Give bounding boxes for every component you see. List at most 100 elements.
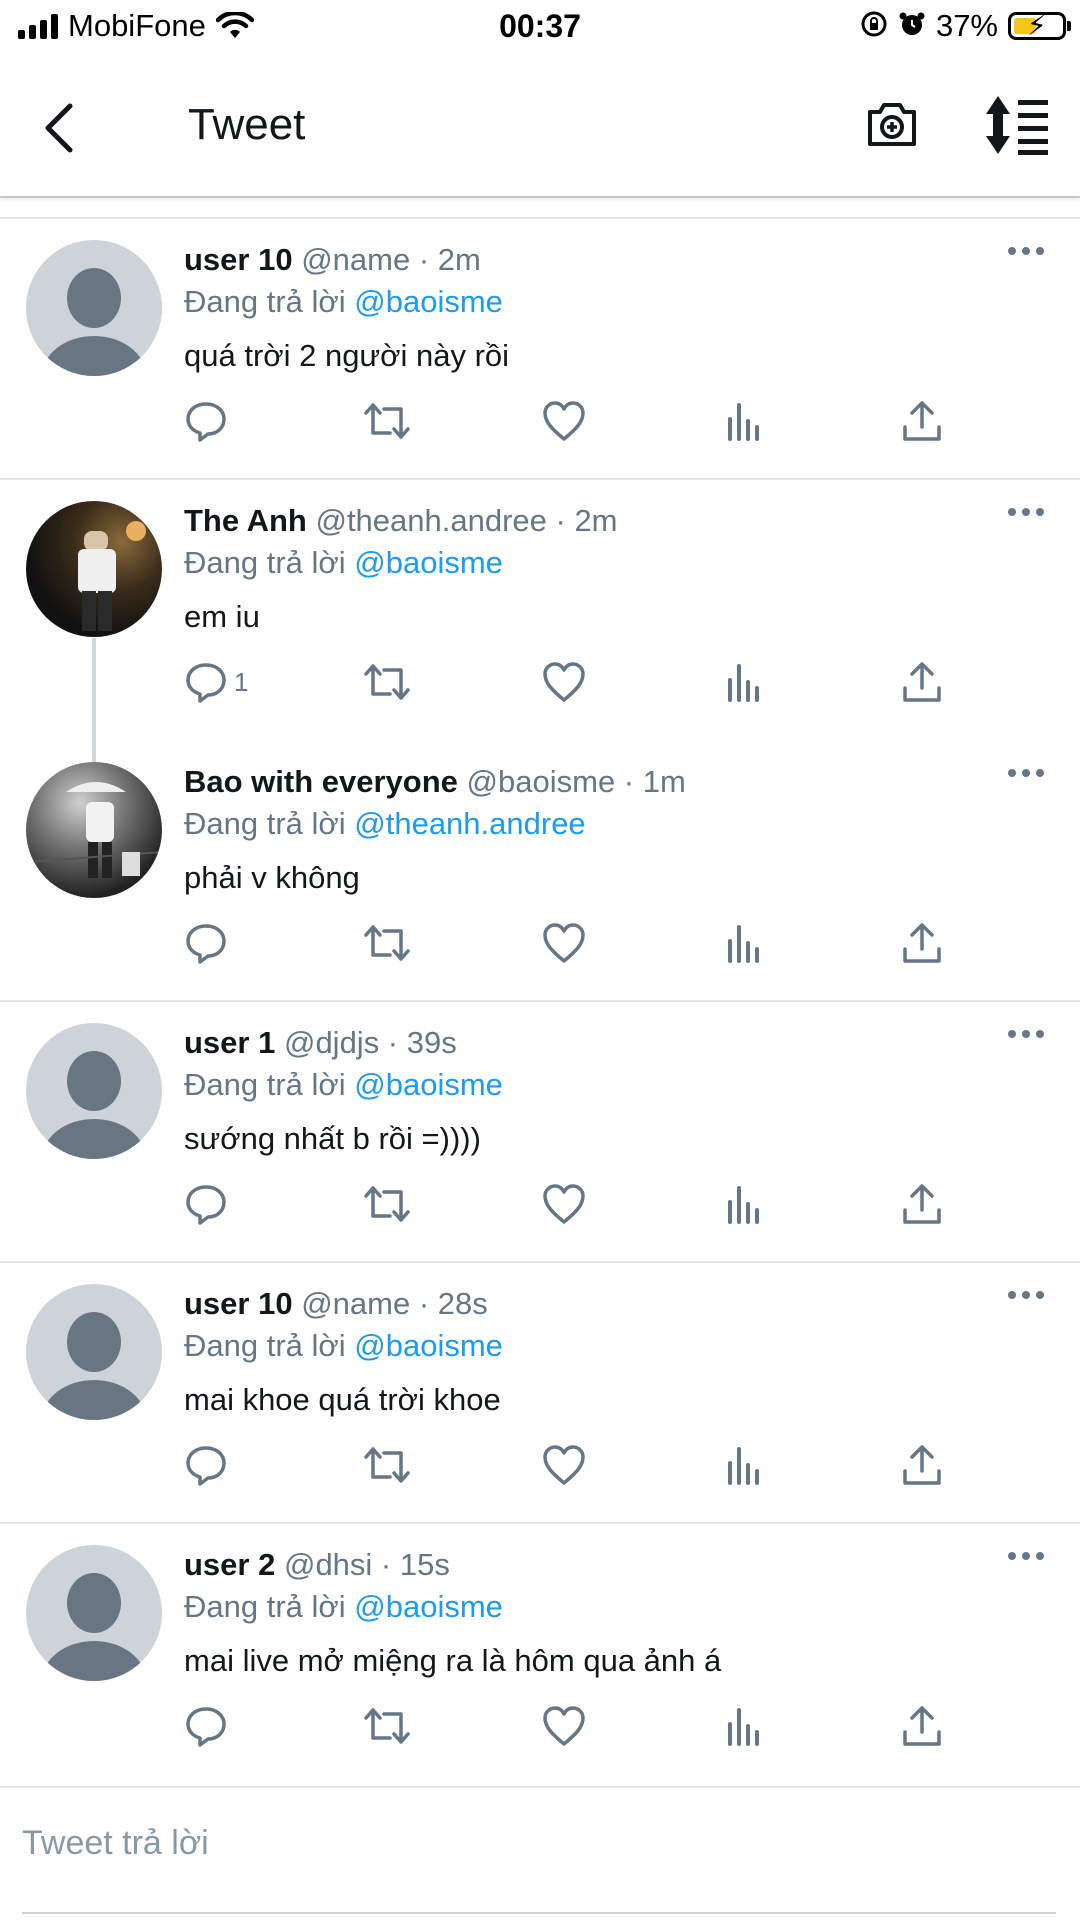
- share-button[interactable]: [900, 396, 944, 446]
- input-underline: [22, 1912, 1056, 1914]
- share-icon: [903, 923, 941, 963]
- tweet-text: mai khoe quá trời khoe: [184, 1382, 501, 1417]
- author-handle: @dhsi · 15s: [283, 1547, 450, 1582]
- reply-mention-link[interactable]: @theanh.andree: [354, 806, 585, 841]
- profile-photo-avatar[interactable]: [26, 501, 162, 637]
- tweet-item[interactable]: user 10 @name · 2m Đang trả lời @baoisme…: [0, 218, 1080, 478]
- retweet-button[interactable]: [362, 1179, 412, 1229]
- replying-label: Đang trả lời: [184, 806, 346, 841]
- like-button[interactable]: [542, 1701, 586, 1751]
- reply-button[interactable]: [184, 1440, 234, 1490]
- reply-button[interactable]: [184, 1701, 234, 1751]
- heart-icon: [543, 1184, 585, 1224]
- author-name[interactable]: user 2: [184, 1547, 275, 1582]
- like-button[interactable]: [542, 1440, 586, 1490]
- retweet-button[interactable]: [362, 918, 412, 968]
- sort-replies-button[interactable]: [984, 94, 1050, 156]
- page-title: Tweet: [188, 100, 306, 149]
- tweet-item[interactable]: The Anh @theanh.andree · 2m Đang trả lời…: [0, 479, 1080, 739]
- tweet-text: sướng nhất b rồi =)))): [184, 1121, 481, 1156]
- reply-mention-link[interactable]: @baoisme: [354, 284, 503, 319]
- author-name[interactable]: The Anh: [184, 503, 307, 538]
- retweet-button[interactable]: [362, 396, 412, 446]
- tweet-item[interactable]: user 2 @dhsi · 15s Đang trả lời @baoisme…: [0, 1523, 1080, 1783]
- reply-input[interactable]: [22, 1824, 1022, 1863]
- reply-mention-link[interactable]: @baoisme: [354, 1067, 503, 1102]
- tweet-item[interactable]: user 10 @name · 28s Đang trả lời @baoism…: [0, 1262, 1080, 1522]
- share-icon: [903, 662, 941, 702]
- more-options-button[interactable]: [1006, 1288, 1046, 1302]
- analytics-button[interactable]: [724, 657, 764, 707]
- more-options-button[interactable]: [1006, 1549, 1046, 1563]
- retweet-icon: [364, 925, 410, 961]
- camera-plus-icon: [868, 103, 916, 146]
- retweet-button[interactable]: [362, 657, 412, 707]
- reply-button[interactable]: [184, 1179, 234, 1229]
- tweet-item[interactable]: user 1 @djdjs · 39s Đang trả lời @baoism…: [0, 1001, 1080, 1261]
- reply-mention-link[interactable]: @baoisme: [354, 1589, 503, 1624]
- like-button[interactable]: [542, 1179, 586, 1229]
- share-icon: [903, 1706, 941, 1746]
- analytics-button[interactable]: [724, 1440, 764, 1490]
- reply-button[interactable]: [184, 918, 234, 968]
- more-dots-icon: [1008, 769, 1044, 777]
- more-options-button[interactable]: [1006, 505, 1046, 519]
- more-options-button[interactable]: [1006, 766, 1046, 780]
- analytics-button[interactable]: [724, 396, 764, 446]
- reply-mention-link[interactable]: @baoisme: [354, 545, 503, 580]
- share-button[interactable]: [900, 918, 944, 968]
- default-avatar[interactable]: [26, 1284, 162, 1420]
- tweet-text: mai live mở miệng ra là hôm qua ảnh á: [184, 1643, 722, 1678]
- more-dots-icon: [1008, 1291, 1044, 1299]
- default-avatar[interactable]: [26, 240, 162, 376]
- tweet-actions: [0, 918, 1080, 968]
- chevron-left-icon: [45, 103, 73, 153]
- reply-count: 1: [234, 666, 249, 697]
- camera-button[interactable]: [864, 96, 920, 152]
- share-button[interactable]: [900, 657, 944, 707]
- reply-icon: [186, 924, 226, 964]
- author-handle: @name · 2m: [301, 242, 481, 277]
- reply-mention-link[interactable]: @baoisme: [354, 1328, 503, 1363]
- like-button[interactable]: [542, 657, 586, 707]
- reply-button[interactable]: 1: [184, 657, 248, 707]
- author-name[interactable]: Bao with everyone: [184, 764, 458, 799]
- tweet-text: phải v không: [184, 860, 360, 895]
- tweet-text: em iu: [184, 599, 260, 634]
- tweet-actions: 1: [0, 657, 1080, 707]
- analytics-button[interactable]: [724, 1701, 764, 1751]
- share-icon: [903, 1184, 941, 1224]
- profile-photo-avatar[interactable]: [26, 762, 162, 898]
- reply-button[interactable]: [184, 396, 234, 446]
- like-button[interactable]: [542, 396, 586, 446]
- analytics-button[interactable]: [724, 1179, 764, 1229]
- share-button[interactable]: [900, 1179, 944, 1229]
- retweet-button[interactable]: [362, 1701, 412, 1751]
- share-button[interactable]: [900, 1440, 944, 1490]
- author-name[interactable]: user 10: [184, 242, 293, 277]
- analytics-icon: [728, 1708, 759, 1746]
- status-right: 37% ⚡: [860, 8, 1071, 44]
- analytics-icon: [728, 1447, 759, 1485]
- like-button[interactable]: [542, 918, 586, 968]
- author-name[interactable]: user 10: [184, 1286, 293, 1321]
- default-avatar[interactable]: [26, 1545, 162, 1681]
- share-icon: [903, 401, 941, 441]
- status-bar: MobiFone 00:37 37% ⚡: [0, 0, 1080, 56]
- share-button[interactable]: [900, 1701, 944, 1751]
- reply-composer: [0, 1786, 1080, 1922]
- retweet-icon: [364, 1447, 410, 1483]
- analytics-icon: [728, 403, 759, 441]
- more-options-button[interactable]: [1006, 244, 1046, 258]
- replying-label: Đang trả lời: [184, 1328, 346, 1363]
- tweet-actions: [0, 1440, 1080, 1490]
- analytics-button[interactable]: [724, 918, 764, 968]
- default-avatar[interactable]: [26, 1023, 162, 1159]
- author-name[interactable]: user 1: [184, 1025, 275, 1060]
- retweet-button[interactable]: [362, 1440, 412, 1490]
- tweet-item[interactable]: Bao with everyone @baoisme · 1m Đang trả…: [0, 740, 1080, 1000]
- more-options-button[interactable]: [1006, 1027, 1046, 1041]
- tweet-text: quá trời 2 người này rồi: [184, 338, 510, 373]
- replying-label: Đang trả lời: [184, 1067, 346, 1102]
- back-button[interactable]: [36, 98, 86, 158]
